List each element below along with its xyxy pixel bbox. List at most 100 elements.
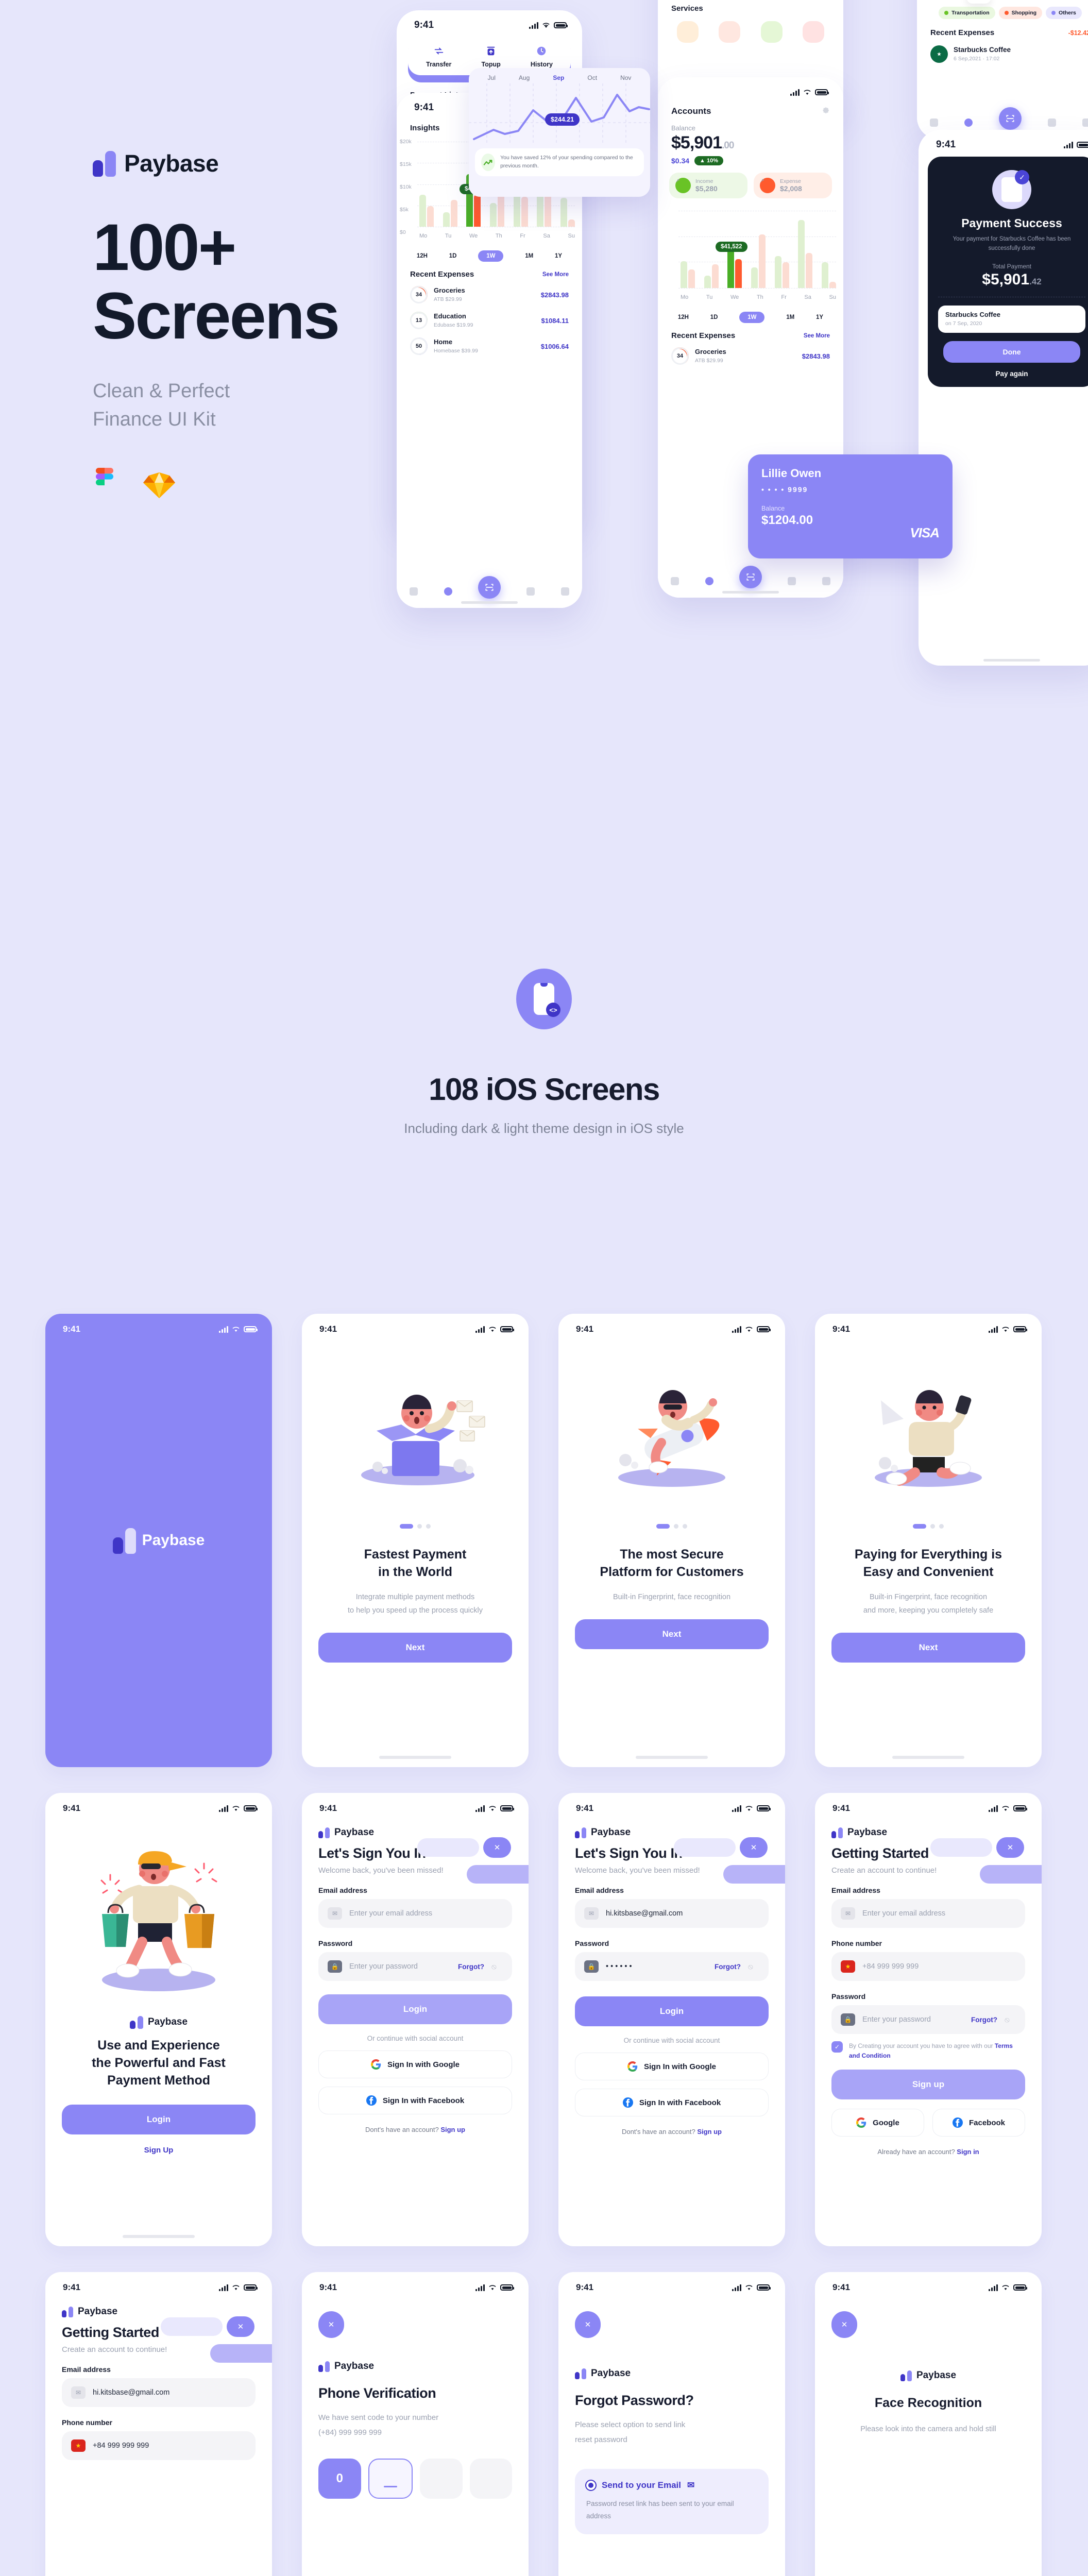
otp-digit-3[interactable] — [420, 2459, 463, 2499]
screen-signin-empty[interactable]: 9:41 ✕ Paybase Let's Sign You In Welcome… — [302, 1793, 529, 2246]
close-icon[interactable]: ✕ — [740, 1837, 768, 1858]
signup-link[interactable]: Sign up — [440, 2126, 465, 2133]
range-1w[interactable]: 1W — [478, 250, 504, 262]
legend-shopping[interactable]: Shopping — [998, 7, 1043, 19]
tab-stats-icon[interactable] — [705, 577, 713, 585]
month-nov[interactable]: Nov — [620, 74, 631, 81]
close-icon[interactable]: ✕ — [831, 2311, 857, 2338]
eye-off-icon[interactable]: ⦸ — [748, 1962, 759, 1971]
screen-getting-started[interactable]: 9:41 ✕ Paybase Getting Started Create an… — [815, 1793, 1042, 2246]
google-signup-button[interactable]: Google — [831, 2109, 924, 2137]
pagination-dots[interactable] — [815, 1524, 1042, 1529]
next-button[interactable]: Next — [318, 1632, 512, 1663]
see-more-link[interactable]: See More — [542, 272, 569, 278]
screen-onboarding-2[interactable]: 9:41 The most Secure Platform for Custom… — [558, 1314, 785, 1767]
tab-home-icon[interactable] — [410, 587, 418, 596]
send-to-email-option[interactable]: Send to your Email ✉ Password reset link… — [575, 2469, 769, 2534]
screen-welcome[interactable]: 9:41 Paybase Use and Experience the Powe… — [45, 1793, 272, 2246]
google-signin-button[interactable]: Sign In with Google — [318, 2050, 512, 2078]
forgot-link[interactable]: Forgot? — [715, 1963, 741, 1971]
signup-link[interactable]: Sign up — [697, 2128, 722, 2136]
radio-selected-icon[interactable] — [586, 2481, 596, 2490]
expense-card[interactable]: ↗ Expense $2,008 — [754, 173, 832, 198]
close-icon[interactable]: ✕ — [575, 2311, 601, 2338]
quick-action-topup[interactable]: Topup — [482, 44, 501, 68]
scan-fab-button[interactable] — [998, 107, 1022, 130]
password-field[interactable]: 🔒 Enter your password Forgot? ⦸ — [318, 1952, 512, 1981]
legend-others[interactable]: Others — [1046, 7, 1082, 19]
tab-notify-icon[interactable] — [788, 577, 796, 585]
service-icon-voucher[interactable] — [760, 21, 783, 43]
tab-notify-icon[interactable] — [1047, 118, 1056, 127]
eye-off-icon[interactable]: ⦸ — [491, 1962, 503, 1971]
eye-off-icon[interactable]: ⦸ — [1005, 2015, 1016, 2024]
quick-action-transfer[interactable]: Transfer — [426, 44, 451, 68]
scan-fab-button[interactable] — [478, 576, 501, 599]
range-12h[interactable]: 12H — [417, 253, 428, 259]
signin-link[interactable]: Sign in — [957, 2148, 979, 2156]
range-1m[interactable]: 1M — [786, 314, 794, 320]
terms-checkbox[interactable]: ✓ — [831, 2041, 843, 2053]
email-field[interactable]: ✉ hi.kitsbase@gmail.com — [62, 2378, 256, 2407]
expense-row[interactable]: 13 Education Edubase $19.99 $1084.11 — [397, 308, 582, 333]
pagination-dots[interactable] — [558, 1524, 785, 1529]
pay-again-button[interactable]: Pay again — [938, 370, 1085, 378]
month-oct[interactable]: Oct — [587, 74, 597, 81]
close-icon[interactable]: ✕ — [318, 2311, 344, 2338]
income-card[interactable]: ↗ Income $5,280 — [669, 173, 747, 198]
month-jul[interactable]: Jul — [488, 74, 496, 81]
signup-button[interactable]: Sign up — [831, 2070, 1025, 2100]
close-icon[interactable]: ✕ — [227, 2316, 254, 2337]
close-icon[interactable]: ✕ — [483, 1837, 511, 1858]
screen-signin-filled[interactable]: 9:41 ✕ Paybase Let's Sign You In Welcome… — [558, 1793, 785, 2246]
phone-field[interactable]: ★ +84 999 999 999 — [831, 1952, 1025, 1981]
password-field[interactable]: 🔒 Enter your password Forgot? ⦸ — [831, 2005, 1025, 2034]
tab-profile-icon[interactable] — [560, 587, 569, 596]
screen-phone-verification[interactable]: 9:41 ✕ Paybase Phone Verification We hav… — [302, 2272, 529, 2576]
tab-home-icon[interactable] — [671, 577, 679, 585]
expense-row[interactable]: 34 Groceries ATB $29.99 $2843.98 — [658, 343, 843, 369]
range-12h[interactable]: 12H — [678, 314, 689, 320]
range-selector[interactable]: 12H 1D 1W 1M 1Y — [658, 309, 843, 328]
email-field[interactable]: ✉ hi.kitsbase@gmail.com — [575, 1899, 769, 1928]
tab-profile-icon[interactable] — [1082, 118, 1088, 127]
facebook-signin-button[interactable]: Sign In with Facebook — [318, 2087, 512, 2114]
login-button[interactable]: Login — [318, 1994, 512, 2024]
login-button[interactable]: Login — [62, 2105, 256, 2135]
screen-face-recognition[interactable]: 9:41 ✕ Paybase Face Recognition Please l… — [815, 2272, 1042, 2576]
signup-link[interactable]: Sign Up — [45, 2146, 272, 2155]
expense-row[interactable]: ★ Starbucks Coffee 6 Sep,2021 · 17:02 — [917, 40, 1088, 68]
range-1w[interactable]: 1W — [739, 312, 765, 323]
done-button[interactable]: Done — [943, 341, 1080, 363]
forgot-link[interactable]: Forgot? — [458, 1963, 484, 1971]
expense-row[interactable]: 50 Home Homebase $39.99 $1006.64 — [397, 333, 582, 359]
service-icon-electricity[interactable] — [676, 21, 699, 43]
tab-profile-icon[interactable] — [822, 577, 830, 585]
quick-action-history[interactable]: History — [531, 44, 553, 68]
otp-digit-1[interactable]: 0 — [318, 2459, 361, 2499]
gear-icon[interactable] — [821, 105, 830, 117]
otp-digit-4[interactable] — [469, 2459, 512, 2499]
service-icon-assurance[interactable] — [803, 21, 825, 43]
month-selector[interactable]: Jul Aug Sep Oct Nov — [469, 68, 650, 81]
range-selector[interactable]: 12H 1D 1W 1M 1Y — [397, 247, 582, 267]
otp-digit-2[interactable] — [368, 2459, 413, 2499]
month-sep[interactable]: Sep — [553, 74, 564, 81]
range-1d[interactable]: 1D — [710, 314, 718, 320]
month-aug[interactable]: Aug — [519, 74, 530, 81]
range-1y[interactable]: 1Y — [816, 314, 823, 320]
next-button[interactable]: Next — [831, 1632, 1025, 1663]
pagination-dots[interactable] — [302, 1524, 529, 1529]
google-signin-button[interactable]: Sign In with Google — [575, 2053, 769, 2080]
legend-transportation[interactable]: Transportation — [939, 7, 995, 19]
phone-field[interactable]: ★ +84 999 999 999 — [62, 2431, 256, 2460]
tab-stats-icon[interactable] — [964, 118, 973, 127]
terms-row[interactable]: ✓ By Creating your account you have to a… — [831, 2041, 1025, 2060]
facebook-signin-button[interactable]: Sign In with Facebook — [575, 2089, 769, 2116]
close-icon[interactable]: ✕ — [996, 1837, 1024, 1858]
password-field[interactable]: 🔒 • • • • • • Forgot? ⦸ — [575, 1952, 769, 1981]
screen-onboarding-3[interactable]: 9:41 Paying for Everything is Easy and C… — [815, 1314, 1042, 1767]
facebook-signup-button[interactable]: Facebook — [932, 2109, 1025, 2137]
range-1m[interactable]: 1M — [525, 253, 533, 259]
tab-stats-icon[interactable] — [444, 587, 452, 596]
